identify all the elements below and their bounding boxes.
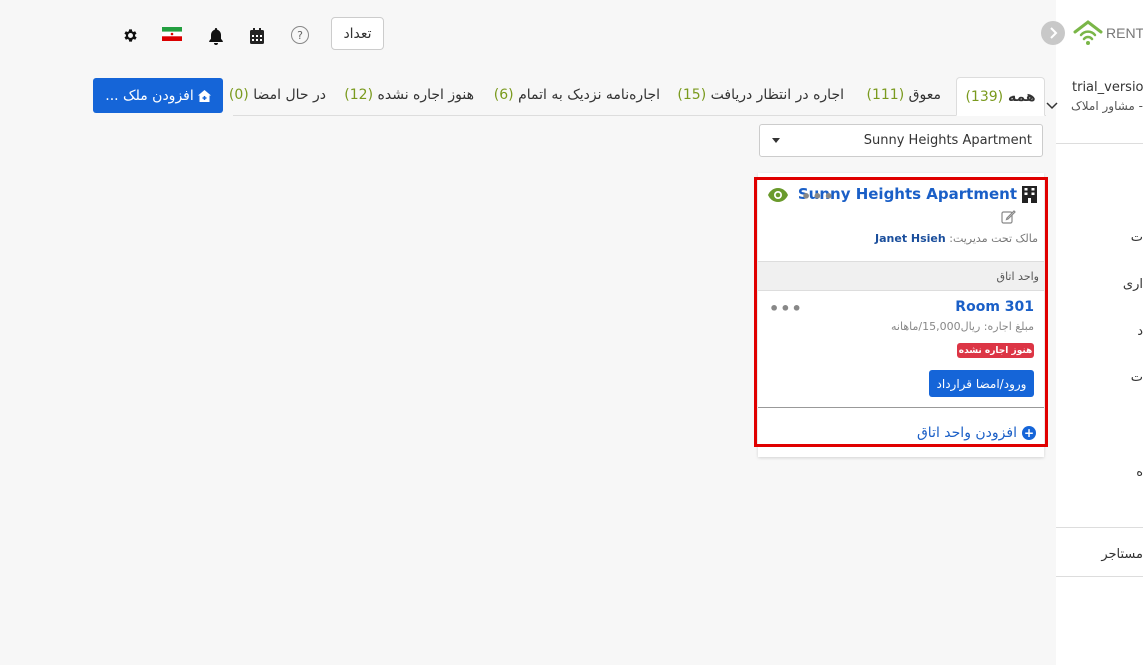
sidebar-item-tenant[interactable]: مستاجر: [1101, 547, 1143, 562]
sidebar-divider-top: [1056, 143, 1143, 144]
user-dropdown-chevron-icon[interactable]: [1046, 100, 1058, 110]
tab-signing-count: (0): [228, 87, 249, 103]
tab-pending-rent[interactable]: اجاره در انتظار دریافت (15): [677, 87, 844, 103]
units-header-label: واحد اتاق: [996, 270, 1039, 283]
sidebar-item-4[interactable]: ت: [1131, 370, 1143, 385]
tab-overdue-label: معوق: [908, 87, 941, 103]
building-icon: [1022, 186, 1037, 203]
tab-all-label: همه: [1007, 88, 1036, 105]
add-property-button[interactable]: افزودن ملک ...: [93, 78, 223, 113]
property-select-value: Sunny Heights Apartment: [863, 133, 1032, 148]
sign-contract-button[interactable]: ورود/امضا قرارداد: [929, 370, 1034, 397]
help-icon[interactable]: ?: [291, 26, 309, 44]
tab-not-rented[interactable]: هنوز اجاره نشده (12): [344, 87, 474, 103]
notification-bell-icon[interactable]: [207, 27, 225, 45]
units-header: واحد اتاق: [758, 261, 1044, 291]
sidebar-item-2[interactable]: اری: [1123, 277, 1143, 292]
tab-overdue[interactable]: معوق (111): [867, 87, 941, 103]
sidebar-divider-mid: [1056, 527, 1143, 528]
tab-pending-rent-count: (15): [677, 87, 707, 103]
add-unit-label: افزودن واحد اتاق: [916, 425, 1017, 441]
edit-icon[interactable]: [1001, 209, 1016, 224]
tab-expiring-count: (6): [493, 87, 514, 103]
tab-signing[interactable]: در حال امضا (0): [229, 87, 326, 103]
tab-all[interactable]: همه (139): [956, 77, 1045, 116]
tab-not-rented-count: (12): [344, 87, 374, 103]
tab-pending-rent-label: اجاره در انتظار دریافت: [710, 87, 844, 103]
owner-name[interactable]: Janet Hsieh: [875, 232, 946, 245]
caret-down-icon: [772, 138, 780, 143]
tab-signing-label: در حال امضا: [253, 87, 326, 103]
tabs-divider: [233, 115, 1046, 116]
tab-overdue-count: (111): [866, 87, 905, 103]
settings-gear-icon[interactable]: [121, 26, 139, 44]
status-badge: هنوز اجاره نشده: [957, 343, 1034, 358]
room-title[interactable]: Room 301: [955, 299, 1034, 315]
tab-expiring[interactable]: اجاره‌نامه نزدیک به اتمام (6): [494, 87, 660, 103]
add-unit-link[interactable]: + افزودن واحد اتاق: [917, 425, 1036, 441]
sidebar-item-6[interactable]: ه: [1136, 465, 1143, 480]
house-plus-icon: [197, 89, 211, 102]
add-property-label: افزودن ملک ...: [105, 87, 194, 104]
view-eye-icon[interactable]: [768, 188, 788, 202]
user-role: - مشاور املاک: [1071, 99, 1143, 113]
tab-not-rented-label: هنوز اجاره نشده: [377, 87, 474, 103]
plus-circle-icon: +: [1022, 426, 1036, 440]
sidebar-divider-bottom: [1056, 576, 1143, 577]
sidebar-item-1[interactable]: ت: [1131, 230, 1143, 245]
sidebar-collapse-button[interactable]: [1041, 21, 1065, 45]
calendar-icon[interactable]: [248, 27, 266, 45]
owner-label: مالک تحت مدیریت:: [949, 232, 1038, 245]
property-select[interactable]: Sunny Heights Apartment: [759, 124, 1043, 157]
tab-expiring-label: اجاره‌نامه نزدیک به اتمام: [518, 87, 660, 103]
room-more-options-icon[interactable]: •••: [769, 301, 803, 317]
room-rent: مبلغ اجاره: ریال15,000/ماهانه: [891, 320, 1034, 333]
count-button[interactable]: تعداد: [331, 17, 384, 50]
brand-logo-text: RENT: [1106, 25, 1143, 41]
tab-all-count: (139): [965, 88, 1004, 105]
property-more-options-icon[interactable]: •••: [801, 189, 835, 205]
card-divider: [758, 407, 1044, 408]
brand-logo-icon: [1073, 20, 1103, 46]
user-name[interactable]: trial_version: [1072, 80, 1143, 95]
owner-info: مالک تحت مدیریت: Janet Hsieh: [875, 232, 1038, 245]
language-flag-icon[interactable]: [162, 27, 182, 41]
sidebar-item-3[interactable]: د: [1137, 324, 1143, 339]
